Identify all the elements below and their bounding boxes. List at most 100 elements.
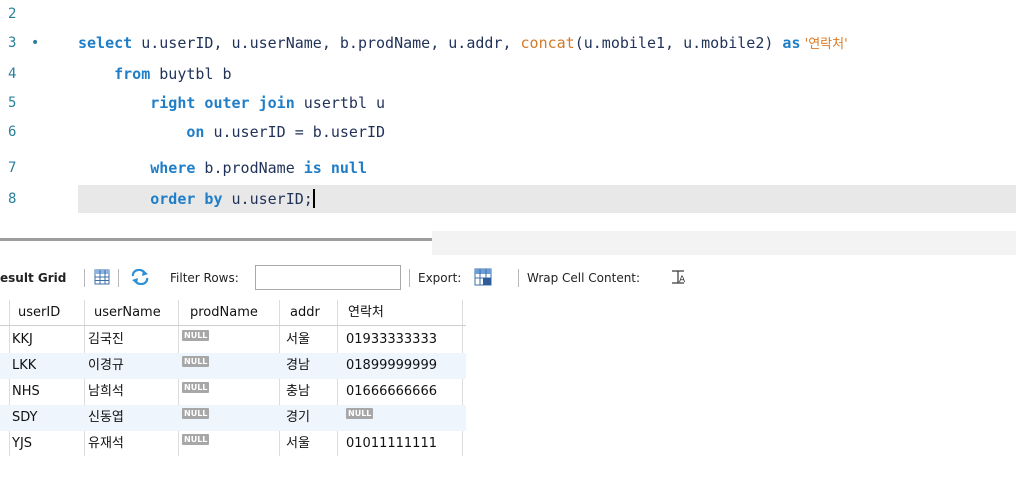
code-text: where b.prodName is null xyxy=(78,154,367,182)
cell-username[interactable]: 유재석 xyxy=(88,431,124,457)
cell-username[interactable]: 김국진 xyxy=(88,327,124,353)
toolbar-divider xyxy=(84,269,85,287)
code-token: (u.mobile1, u.mobile2) xyxy=(574,34,783,52)
result-toolbar: esult Grid Filter Rows: Export: Wrap Cel… xyxy=(0,260,1016,296)
export-icon[interactable] xyxy=(474,260,492,296)
code-keyword: right outer join xyxy=(150,94,295,112)
code-token: buytbl b xyxy=(150,65,232,83)
cell-contact[interactable]: 01666666666 xyxy=(346,379,437,405)
cell-userid[interactable]: NHS xyxy=(12,379,40,405)
result-grid[interactable]: userID userName prodName addr 연락처 KKJ 김국진… xyxy=(0,300,470,460)
table-row[interactable]: SDY 신동엽 NULL 경기 NULL xyxy=(0,405,466,431)
wrap-cell-icon[interactable]: A xyxy=(671,260,686,296)
result-grid-tab[interactable]: esult Grid xyxy=(0,260,66,296)
code-line[interactable]: 8 order by u.userID; xyxy=(0,185,1016,213)
code-line[interactable]: 3 • select u.userID, u.userName, b.prodNam… xyxy=(0,29,1016,57)
cell-prodname[interactable]: NULL xyxy=(182,327,210,353)
null-badge: NULL xyxy=(182,382,210,393)
code-text: from buytbl b xyxy=(78,60,232,88)
code-keyword: from xyxy=(114,65,151,83)
code-keyword: is null xyxy=(303,159,367,177)
header-divider xyxy=(0,325,466,326)
table-row[interactable]: KKJ 김국진 NULL 서울 01933333333 xyxy=(0,327,466,353)
line-number: 4 xyxy=(8,66,17,82)
cell-prodname[interactable]: NULL xyxy=(182,379,210,405)
line-number: 8 xyxy=(8,191,17,207)
cell-userid[interactable]: YJS xyxy=(12,431,32,457)
null-badge: NULL xyxy=(346,408,374,419)
cell-addr[interactable]: 경기 xyxy=(286,405,310,431)
code-keyword: on xyxy=(186,123,205,141)
code-keyword: order by xyxy=(150,190,223,208)
null-badge: NULL xyxy=(182,356,210,367)
line-number: 6 xyxy=(8,124,17,140)
cell-username[interactable]: 남희석 xyxy=(88,379,124,405)
code-token: u.userID, u.userName, b.prodName, u.addr… xyxy=(132,34,521,52)
code-text: right outer join usertbl u xyxy=(78,89,385,117)
line-number: 7 xyxy=(8,160,17,176)
cell-contact[interactable]: NULL xyxy=(346,405,374,431)
code-line[interactable]: 6 on u.userID = b.userID xyxy=(0,118,1016,146)
code-token: u.userID = b.userID xyxy=(204,123,386,141)
null-badge: NULL xyxy=(182,408,210,419)
filter-rows-input[interactable] xyxy=(255,265,401,290)
line-number: 2 xyxy=(8,6,17,22)
cell-addr[interactable]: 서울 xyxy=(286,327,310,353)
column-header-prodname[interactable]: prodName xyxy=(190,300,258,325)
code-line[interactable]: 5 right outer join usertbl u xyxy=(0,89,1016,117)
table-row[interactable]: NHS 남희석 NULL 충남 01666666666 xyxy=(0,379,466,405)
code-token: usertbl u xyxy=(294,94,386,112)
sql-editor[interactable]: 2 3 • select u.userID, u.userName, b.prodNa… xyxy=(0,0,1016,230)
toolbar-divider xyxy=(409,269,410,287)
refresh-icon[interactable] xyxy=(130,260,150,296)
statement-marker-icon: • xyxy=(31,35,40,51)
code-text: order by u.userID; xyxy=(78,185,315,213)
wrap-cell-label: Wrap Cell Content: xyxy=(527,271,641,285)
code-text: on u.userID = b.userID xyxy=(78,118,385,146)
table-row[interactable]: YJS 유재석 NULL 서울 01011111111 xyxy=(0,431,466,457)
cell-prodname[interactable]: NULL xyxy=(182,405,210,431)
code-keyword: select xyxy=(78,34,133,52)
cell-addr[interactable]: 충남 xyxy=(286,379,310,405)
toolbar-divider xyxy=(518,269,519,287)
code-line[interactable]: 2 xyxy=(0,0,1016,28)
cell-username[interactable]: 신동엽 xyxy=(88,405,124,431)
code-line[interactable]: 7 where b.prodName is null xyxy=(0,154,1016,182)
cell-addr[interactable]: 서울 xyxy=(286,431,310,457)
cell-contact[interactable]: 01011111111 xyxy=(346,431,437,457)
splitter-background xyxy=(432,231,1016,255)
cell-prodname[interactable]: NULL xyxy=(182,431,210,457)
code-keyword: as xyxy=(782,34,801,52)
toolbar-divider xyxy=(118,269,119,287)
code-keyword: where xyxy=(150,159,196,177)
panel-splitter[interactable] xyxy=(0,238,432,241)
export-label: Export: xyxy=(418,271,462,285)
column-header-userid[interactable]: userID xyxy=(18,300,60,325)
line-number: 3 xyxy=(8,35,17,51)
filter-rows-label: Filter Rows: xyxy=(170,271,239,285)
code-token: b.prodName xyxy=(195,159,304,177)
cell-prodname[interactable]: NULL xyxy=(182,353,210,379)
cell-username[interactable]: 이경규 xyxy=(88,353,124,379)
column-header-addr[interactable]: addr xyxy=(290,300,320,325)
grid-view-icon[interactable] xyxy=(94,260,110,296)
cell-userid[interactable]: SDY xyxy=(12,405,38,431)
code-function: concat xyxy=(520,34,575,52)
cell-userid[interactable]: KKJ xyxy=(12,327,33,353)
text-caret xyxy=(312,189,315,208)
column-header-contact[interactable]: 연락처 xyxy=(348,300,384,325)
null-badge: NULL xyxy=(182,434,210,445)
code-line[interactable]: 4 from buytbl b xyxy=(0,60,1016,88)
cell-contact[interactable]: 01899999999 xyxy=(346,353,437,379)
cell-userid[interactable]: LKK xyxy=(12,353,36,379)
cell-addr[interactable]: 경남 xyxy=(286,353,310,379)
null-badge: NULL xyxy=(182,330,210,341)
table-row[interactable]: LKK 이경규 NULL 경남 01899999999 xyxy=(0,353,466,379)
cell-contact[interactable]: 01933333333 xyxy=(346,327,437,353)
code-text: select u.userID, u.userName, b.prodName,… xyxy=(78,29,848,57)
column-header-username[interactable]: userName xyxy=(94,300,161,325)
